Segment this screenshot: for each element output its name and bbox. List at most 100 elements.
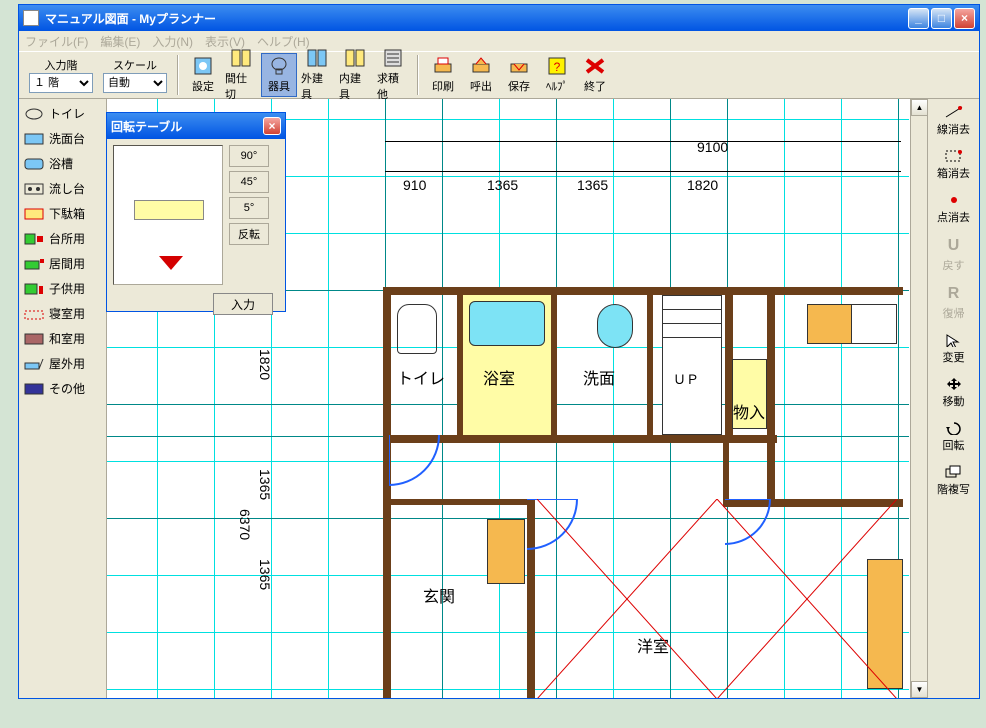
sidebar-item-outdoor[interactable]: 屋外用 [21,351,104,376]
svg-text:?: ? [554,60,561,74]
line-erase-icon [944,105,964,119]
menu-input[interactable]: 入力(N) [152,33,193,50]
rotate-5-button[interactable]: 5° [229,197,269,219]
living-icon [23,257,45,271]
dialog-title: 回転テーブル [111,118,263,135]
ext-fitting-button[interactable]: 外建具 [299,46,335,104]
window-title: マニュアル図面 - Myプランナー [45,10,908,27]
down-arrow-icon [159,256,183,270]
sidebar-item-japanese[interactable]: 和室用 [21,326,104,351]
print-button[interactable]: 印刷 [425,54,461,96]
dialog-titlebar[interactable]: 回転テーブル × [107,113,285,139]
rotation-dialog: 回転テーブル × 90° 45° 5° 反転 入力 [106,112,286,312]
help-button[interactable]: ?ﾍﾙﾌﾟ [539,54,575,96]
room-label-bath: 浴室 [483,365,515,389]
end-icon [583,56,607,76]
floor-label: 入力階 [45,57,78,73]
menu-edit[interactable]: 編集(E) [100,33,140,50]
outdoor-icon [23,357,45,371]
rotate-button[interactable]: 回転 [932,419,976,455]
partition-button[interactable]: 間仕切 [223,46,259,104]
rotate-icon [944,421,964,435]
change-button[interactable]: 変更 [932,331,976,367]
sink-icon [23,182,45,196]
help-icon: ? [545,56,569,76]
room-label-up: ＵＰ [673,369,699,388]
move-button[interactable]: 移動 [932,375,976,411]
scale-label: スケール [113,57,157,73]
callout-button[interactable]: 呼出 [463,54,499,96]
app-icon [23,10,39,26]
edit-tools: 線消去 箱消去 点消去 U戻す R復帰 変更 移動 回転 階複写 [927,99,979,698]
floor-select[interactable]: １ 階 [29,73,93,93]
partition-icon [229,48,253,68]
scroll-down-button[interactable]: ▼ [911,681,927,698]
sidebar-item-bathtub[interactable]: 浴槽 [21,151,104,176]
sidebar-item-children[interactable]: 子供用 [21,276,104,301]
fixture-icon [267,56,291,76]
rotate-45-button[interactable]: 45° [229,171,269,193]
sidebar-item-washstand[interactable]: 洗面台 [21,126,104,151]
dim-v-1820: 1820 [257,349,273,380]
toilet-icon [23,107,45,121]
restore-icon: R [948,285,960,303]
sidebar-item-sink[interactable]: 流し台 [21,176,104,201]
vertical-scrollbar[interactable]: ▲ ▼ [910,99,927,698]
preview-shape [134,200,204,220]
point-erase-button[interactable]: 点消去 [932,191,976,227]
titlebar[interactable]: マニュアル図面 - Myプランナー _ □ × [19,5,979,31]
japanese-icon [23,332,45,346]
sidebar-item-bedroom[interactable]: 寝室用 [21,301,104,326]
fixture-palette: トイレ 洗面台 浴槽 流し台 下駄箱 台所用 居間用 子供用 寝室用 和室用 屋… [19,99,107,698]
floor-copy-button[interactable]: 階複写 [932,463,976,499]
room-label-entrance: 玄関 [423,583,455,607]
move-icon [944,377,964,391]
room-label-storage: 物入 [733,399,765,423]
menubar: ファイル(F) 編集(E) 入力(N) 表示(V) ヘルプ(H) [19,31,979,51]
input-button[interactable]: 入力 [213,293,273,315]
save-icon [507,56,531,76]
print-icon [431,56,455,76]
box-erase-button[interactable]: 箱消去 [932,147,976,183]
end-button[interactable]: 終了 [577,54,613,96]
dim-1365-2: 1365 [577,177,608,193]
scale-select[interactable]: 自動 [103,73,167,93]
cursor-icon [944,333,964,347]
rotation-preview [113,145,223,285]
int-fitting-button[interactable]: 内建具 [337,46,373,104]
menu-file[interactable]: ファイル(F) [25,33,88,50]
fixture-button[interactable]: 器具 [261,53,297,97]
flip-button[interactable]: 反転 [229,223,269,245]
minimize-button[interactable]: _ [908,8,929,29]
sidebar-item-other[interactable]: その他 [21,376,104,401]
callout-icon [469,56,493,76]
rotate-90-button[interactable]: 90° [229,145,269,167]
scroll-up-button[interactable]: ▲ [911,99,927,116]
undo-button[interactable]: U戻す [932,235,976,275]
undo-icon: U [948,237,960,255]
calc-button[interactable]: 求積他 [375,46,411,104]
dim-1820: 1820 [687,177,718,193]
line-erase-button[interactable]: 線消去 [932,103,976,139]
dim-v-1365-2: 1365 [257,559,273,590]
close-button[interactable]: × [954,8,975,29]
dim-v-6370: 6370 [237,509,253,540]
other-icon [23,382,45,396]
sidebar-item-living[interactable]: 居間用 [21,251,104,276]
kitchen-icon [23,232,45,246]
save-button[interactable]: 保存 [501,54,537,96]
calc-icon [381,48,405,68]
settings-button[interactable]: 設定 [185,54,221,96]
sidebar-item-kitchen[interactable]: 台所用 [21,226,104,251]
sidebar-item-toilet[interactable]: トイレ [21,101,104,126]
room-label-wash: 洗面 [583,365,615,389]
int-fitting-icon [343,48,367,68]
children-icon [23,282,45,296]
dialog-close-button[interactable]: × [263,117,281,135]
dim-9100: 9100 [697,139,728,155]
maximize-button[interactable]: □ [931,8,952,29]
restore-button[interactable]: R復帰 [932,283,976,323]
shoebox-icon [23,207,45,221]
sidebar-item-shoebox[interactable]: 下駄箱 [21,201,104,226]
dim-1365-1: 1365 [487,177,518,193]
